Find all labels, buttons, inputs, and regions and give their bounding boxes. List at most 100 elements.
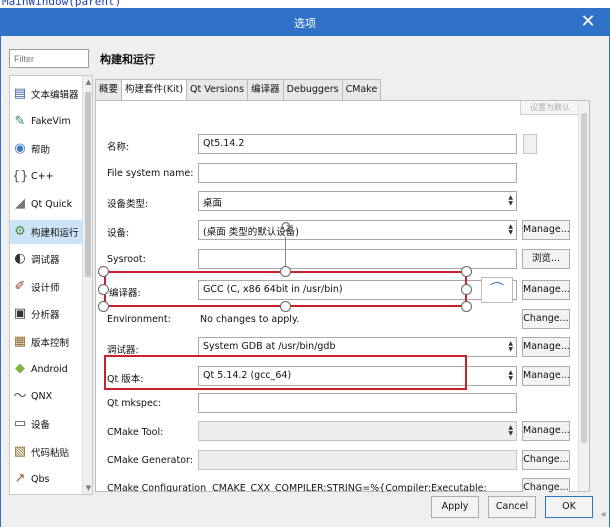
- tab-3[interactable]: 编译器: [247, 79, 284, 100]
- device-manage-button[interactable]: Manage...: [522, 220, 570, 240]
- sidebar-item-label: Qt Quick: [31, 198, 73, 210]
- sidebar-item-analyzer[interactable]: ▣ 分析器: [10, 302, 82, 326]
- sidebar-item-label: Android: [31, 363, 68, 375]
- resize-handle-tr[interactable]: [461, 266, 472, 277]
- debugger-label: 调试器:: [107, 345, 139, 356]
- resize-handle-l[interactable]: [98, 284, 109, 295]
- sidebar-item-build-run[interactable]: ⚙ 构建和运行: [10, 219, 82, 244]
- tab-bar: 概要 构建套件(Kit) Qt Versions 编译器 Debuggers CMake: [95, 79, 382, 101]
- device-type-label: 设备类型:: [107, 199, 149, 210]
- sidebar-item-version-control[interactable]: ▦ 版本控制: [10, 330, 82, 354]
- sysroot-label: Sysroot:: [107, 254, 146, 265]
- device-label: 设备:: [107, 228, 130, 239]
- tab-2[interactable]: Qt Versions: [186, 79, 249, 100]
- close-icon[interactable]: ✕: [576, 11, 600, 33]
- qtquick-icon: ◢: [15, 196, 25, 211]
- sidebar-item-cpp[interactable]: {} C++: [10, 165, 82, 189]
- resize-handle-bl[interactable]: [98, 301, 109, 312]
- scrollbar-thumb[interactable]: [85, 92, 91, 277]
- help-icon: ◉: [14, 141, 26, 156]
- cmake-generator-label: CMake Generator:: [107, 455, 193, 466]
- kit-icon-button[interactable]: [523, 134, 537, 154]
- dialog-titlebar: 选项 ✕: [0, 8, 610, 36]
- environment-value: No changes to apply.: [200, 314, 300, 325]
- fs-name-label: File system name:: [107, 168, 194, 179]
- category-scrollbar[interactable]: ▲ ▼: [82, 76, 92, 494]
- tab-4[interactable]: Debuggers: [282, 79, 343, 100]
- debugger-manage-button[interactable]: Manage...: [522, 337, 570, 357]
- build-run-icon: ⚙: [14, 223, 26, 239]
- sidebar-item-code-paste[interactable]: ▧ 代码粘贴: [10, 440, 82, 464]
- analyzer-icon: ▣: [13, 306, 27, 321]
- fakevim-icon: ✎: [14, 113, 26, 129]
- sidebar-item-qtquick[interactable]: ◢ Qt Quick: [10, 192, 82, 216]
- cmake-tool-label: CMake Tool:: [107, 427, 164, 438]
- devices-icon: ▭: [13, 416, 27, 431]
- resize-handle-tl[interactable]: [98, 266, 109, 277]
- tab-0[interactable]: 概要: [95, 79, 123, 100]
- panel-scrollbar-thumb[interactable]: [581, 113, 587, 443]
- chevron-left-icon: «: [601, 510, 607, 520]
- rotate-icon[interactable]: ⟳: [277, 217, 297, 237]
- panel-scrollbar[interactable]: [578, 101, 589, 491]
- cmake-config-value: CMAKE_CXX_COMPILER:STRING=%{Compiler:Exe…: [212, 483, 487, 492]
- cmake-config-change-button[interactable]: Change...: [522, 478, 570, 492]
- dialog-title: 选项: [294, 17, 316, 30]
- combo-arrows-icon: ▲▼: [508, 340, 513, 353]
- sidebar-item-qbs[interactable]: ↗ Qbs: [10, 467, 82, 491]
- code-paste-icon: ▧: [13, 443, 27, 459]
- cmake-tool-select[interactable]: ▲ ▼: [198, 421, 517, 441]
- cancel-button[interactable]: Cancel: [488, 496, 536, 518]
- scroll-up-icon[interactable]: ▲: [83, 76, 92, 88]
- designer-icon: ✐: [14, 278, 26, 294]
- ok-button[interactable]: OK: [545, 496, 593, 518]
- cmake-generator-field[interactable]: [198, 450, 517, 470]
- resize-handle-t[interactable]: [280, 266, 291, 277]
- sidebar-item-label: 文本编辑器: [31, 90, 79, 101]
- sidebar-item-designer[interactable]: ✐ 设计师: [10, 275, 82, 299]
- sysroot-browse-button[interactable]: 浏览...: [522, 249, 570, 269]
- debugger-value: System GDB at /usr/bin/gdb: [203, 341, 336, 352]
- sidebar-item-debugger[interactable]: ◐ 调试器: [10, 247, 82, 271]
- cpp-icon: {}: [12, 168, 29, 184]
- qt-version-highlight-box: [104, 355, 467, 390]
- qt-version-manage-button[interactable]: Manage...: [522, 366, 570, 386]
- background-code-line: MainWindow(parent): [2, 0, 122, 8]
- qbs-icon: ↗: [14, 471, 26, 486]
- environment-change-button[interactable]: Change...: [522, 309, 570, 329]
- sidebar-item-label: C++: [31, 171, 54, 182]
- qt-mkspec-field[interactable]: [198, 393, 517, 413]
- cmake-generator-change-button[interactable]: Change...: [522, 450, 570, 470]
- cmake-tool-manage-button[interactable]: Manage...: [522, 421, 570, 441]
- apply-button[interactable]: Apply: [431, 496, 479, 518]
- device-type-select[interactable]: 桌面 ▲ ▼: [198, 191, 517, 211]
- name-field[interactable]: Qt5.14.2: [198, 134, 517, 154]
- sidebar-item-android[interactable]: ◆ Android: [10, 357, 82, 381]
- environment-label: Environment:: [107, 314, 171, 325]
- sidebar-item-label: 分析器: [31, 310, 60, 321]
- sidebar-item-label: Qbs: [31, 473, 50, 485]
- resize-handle-b[interactable]: [280, 301, 291, 312]
- sidebar-item-label: 构建和运行: [31, 227, 79, 239]
- compiler-manage-button[interactable]: Manage...: [522, 280, 570, 300]
- name-label: 名称:: [107, 142, 130, 153]
- sidebar-item-help[interactable]: ◉ 帮助: [10, 137, 82, 161]
- resize-handle-br[interactable]: [461, 301, 472, 312]
- tab-1[interactable]: 构建套件(Kit): [121, 79, 188, 101]
- tab-5[interactable]: CMake: [341, 79, 382, 100]
- device-select[interactable]: (桌面 类型的默认设备) ▲ ▼: [198, 220, 517, 240]
- category-list: ▤ 文本编辑器 ✎ FakeVim ◉ 帮助 {} C++ ◢ Qt Quick ⚙ 构建和运行 ◐ 调试…: [9, 75, 93, 495]
- sidebar-item-fakevim[interactable]: ✎ FakeVim: [10, 110, 82, 134]
- scroll-down-icon[interactable]: ▼: [83, 482, 92, 494]
- restore-default-button[interactable]: 设置为默认: [520, 101, 580, 115]
- sidebar-item-qnx[interactable]: 〜 QNX: [10, 385, 82, 409]
- debugger-icon: ◐: [14, 251, 26, 266]
- background-code-editor: MainWindow(parent): [0, 0, 610, 8]
- filter-input[interactable]: [9, 49, 89, 68]
- debugger-select[interactable]: System GDB at /usr/bin/gdb ▲ ▼: [198, 337, 517, 357]
- layout-options-icon[interactable]: ⌒: [481, 277, 513, 303]
- sidebar-item-text-editor[interactable]: ▤ 文本编辑器: [10, 82, 82, 106]
- resize-handle-r[interactable]: [461, 284, 472, 295]
- fs-name-field[interactable]: [198, 163, 517, 183]
- sidebar-item-devices[interactable]: ▭ 设备: [10, 412, 82, 436]
